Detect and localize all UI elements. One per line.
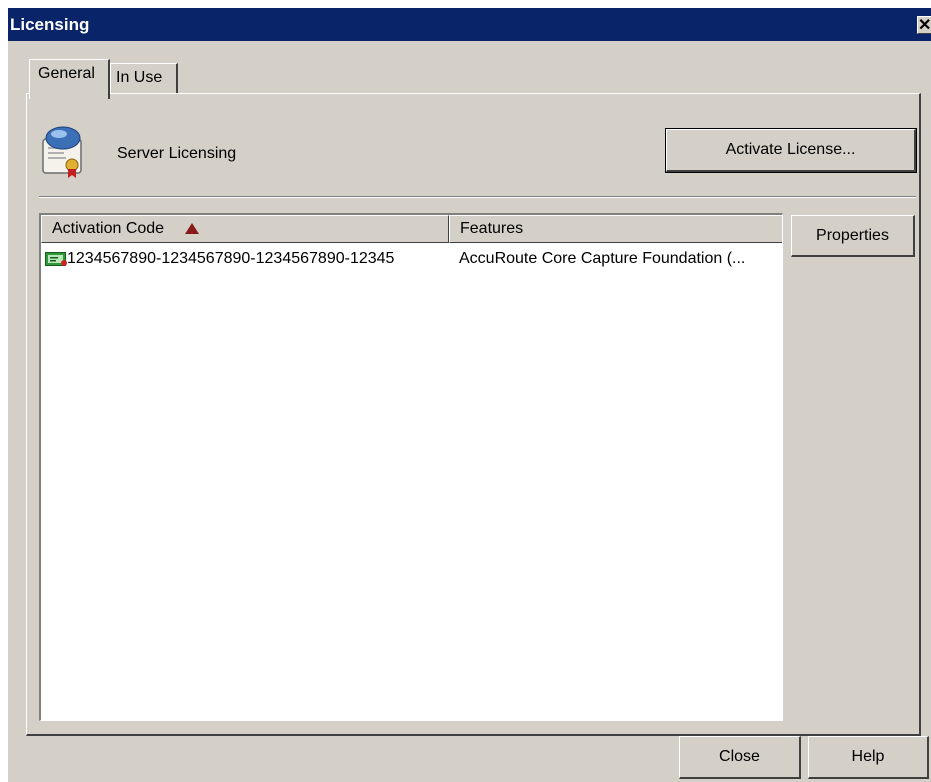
activate-license-button[interactable]: Activate License... <box>665 128 917 173</box>
separator <box>39 196 916 198</box>
activation-code-cell: 1234567890-1234567890-1234567890-12345 <box>67 250 395 267</box>
list-header: Activation Code Features <box>41 215 782 243</box>
column-header-features[interactable]: Features <box>449 215 782 243</box>
window-close-button[interactable]: ✕ <box>917 16 931 34</box>
close-button[interactable]: Close <box>679 736 801 779</box>
sort-ascending-icon <box>184 223 199 234</box>
title-bar: Licensing ✕ <box>8 8 931 41</box>
license-key-icon <box>45 252 67 266</box>
list-item[interactable]: 1234567890-1234567890-1234567890-12345 A… <box>41 245 782 273</box>
license-list[interactable]: Activation Code Features 1234567890-1234… <box>39 213 783 721</box>
server-license-icon <box>42 126 82 178</box>
features-cell: AccuRoute Core Capture Foundation (... <box>459 250 746 267</box>
column-header-activation-code[interactable]: Activation Code <box>41 215 449 243</box>
window-title: Licensing <box>10 15 90 34</box>
help-button[interactable]: Help <box>808 736 929 779</box>
licensing-dialog: Licensing ✕ General In Use Server Licens… <box>8 8 931 782</box>
close-icon: ✕ <box>918 17 931 34</box>
column-header-activation-code-label: Activation Code <box>52 220 165 237</box>
tab-in-use[interactable]: In Use <box>110 63 178 94</box>
properties-button[interactable]: Properties <box>791 215 915 257</box>
tab-general[interactable]: General <box>29 59 110 99</box>
server-licensing-label: Server Licensing <box>117 145 237 162</box>
tab-general-label: General <box>38 65 95 82</box>
column-header-features-label: Features <box>460 220 524 237</box>
tab-in-use-label: In Use <box>116 69 163 86</box>
